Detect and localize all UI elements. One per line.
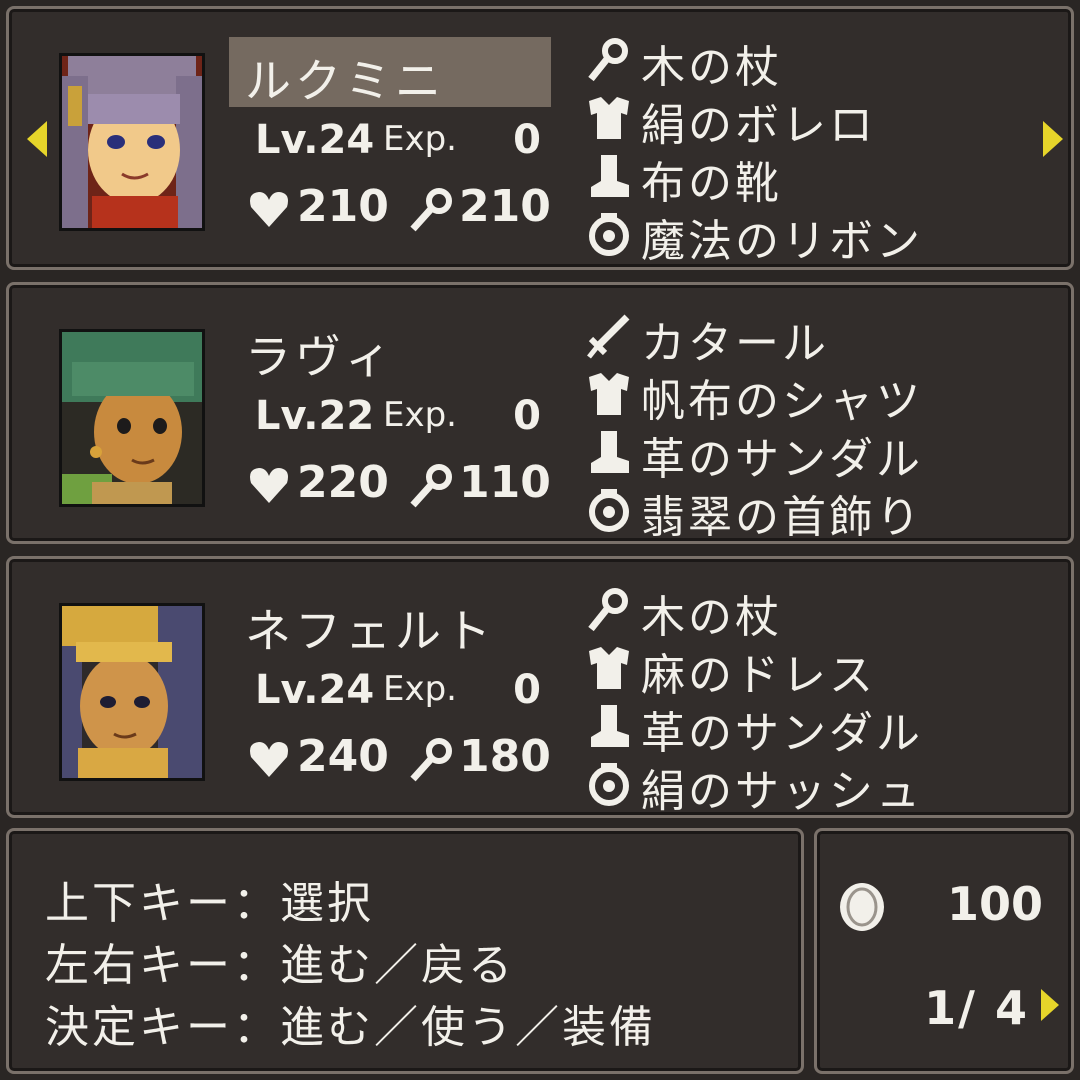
accessory-icon <box>589 763 629 806</box>
controls-help-panel: 上下キー：選択 左右キー：進む／戻る 決定キー：進む／使う／装備 <box>6 828 804 1074</box>
character-name: ラヴィ <box>245 330 395 384</box>
equipment-label: 木の杖 <box>641 42 782 93</box>
sword-icon <box>587 314 630 359</box>
hp-mp-row: 240 180 <box>247 729 557 789</box>
equipment-list: カタール 帆布のシャツ 革のサンダル 翡翠の首飾り <box>587 307 1027 543</box>
mp-value: 110 <box>459 457 551 508</box>
portrait-ravi <box>59 329 205 507</box>
heart-icon <box>250 192 288 227</box>
character-name-box[interactable]: ルクミニ <box>229 37 551 108</box>
help-select: 上下キー：選択 <box>45 878 374 929</box>
portrait-nefert <box>59 603 205 781</box>
character-panel-ravi[interactable]: ラヴィ Lv.22 Exp. 0 220 110 カタール 帆布のシャツ 革のサ… <box>6 282 1074 544</box>
character-panel-rukmini[interactable]: ルクミニ Lv.24 Exp. 0 210 210 木の杖 絹のボレロ 布の靴 … <box>6 6 1074 270</box>
accessory-icon <box>589 489 629 532</box>
character-name-box[interactable]: ラヴィ <box>229 313 551 384</box>
heart-icon <box>250 742 288 777</box>
next-arrow-icon[interactable] <box>1043 121 1063 157</box>
hp-mp-row: 220 110 <box>247 455 557 515</box>
heart-icon <box>250 468 288 503</box>
level-row: Lv.24 Exp. 0 <box>255 117 555 173</box>
level-row: Lv.22 Exp. 0 <box>255 393 555 449</box>
equipment-label: 革のサンダル <box>641 434 923 485</box>
exp-value: 0 <box>513 117 541 163</box>
magic-staff-icon <box>410 464 452 508</box>
equipment-label: 革のサンダル <box>641 708 923 759</box>
mp-value: 210 <box>459 181 551 232</box>
accessory-icon <box>589 213 629 256</box>
next-page-arrow-icon[interactable] <box>1041 989 1059 1021</box>
hp-value: 240 <box>297 731 389 782</box>
exp-value: 0 <box>513 667 541 713</box>
equipment-slot-boots[interactable]: 革のサンダル <box>587 423 1027 485</box>
equipment-label: 魔法のリボン <box>641 216 923 267</box>
boot-icon <box>591 155 629 197</box>
equipment-slot-armor[interactable]: 帆布のシャツ <box>587 365 1027 427</box>
equipment-slot-accessory[interactable]: 翡翠の首飾り <box>587 481 1027 543</box>
help-confirm: 決定キー：進む／使う／装備 <box>45 1002 656 1053</box>
equipment-label: 絹のサッシュ <box>641 766 923 817</box>
help-navigate: 左右キー：進む／戻る <box>45 940 515 991</box>
hp-value: 220 <box>297 457 389 508</box>
equipment-slot-armor[interactable]: 絹のボレロ <box>587 89 1027 151</box>
boot-icon <box>591 705 629 747</box>
character-name: ルクミニ <box>245 54 445 108</box>
prev-arrow-icon[interactable] <box>27 121 47 157</box>
equipment-slot-accessory[interactable]: 魔法のリボン <box>587 205 1027 267</box>
equipment-slot-accessory[interactable]: 絹のサッシュ <box>587 755 1027 817</box>
portrait-rukmini <box>59 53 205 231</box>
equipment-label: 翡翠の首飾り <box>641 492 923 543</box>
equipment-label: 布の靴 <box>641 158 782 209</box>
gold-panel: 100 1/ 4 <box>814 828 1074 1074</box>
equipment-slot-weapon[interactable]: カタール <box>587 307 1027 369</box>
exp-label: Exp. <box>383 119 457 159</box>
equipment-slot-weapon[interactable]: 木の杖 <box>587 581 1027 643</box>
mp-value: 180 <box>459 731 551 782</box>
character-name-box[interactable]: ネフェルト <box>229 587 551 658</box>
exp-label: Exp. <box>383 395 457 435</box>
armor-icon <box>589 647 629 689</box>
character-name: ネフェルト <box>245 604 495 658</box>
magic-staff-icon <box>410 188 452 232</box>
coin-icon <box>840 883 884 931</box>
page-indicator: 1/ 4 <box>924 981 1029 1035</box>
equipment-slot-boots[interactable]: 革のサンダル <box>587 697 1027 759</box>
armor-icon <box>589 373 629 415</box>
level-value: Lv.24 <box>255 667 375 713</box>
level-value: Lv.24 <box>255 117 375 163</box>
equipment-label: 木の杖 <box>641 592 782 643</box>
equipment-label: 絹のボレロ <box>641 100 876 151</box>
hp-value: 210 <box>297 181 389 232</box>
hp-mp-row: 210 210 <box>247 179 557 239</box>
equipment-slot-weapon[interactable]: 木の杖 <box>587 31 1027 93</box>
magic-staff-icon <box>410 738 452 782</box>
armor-icon <box>589 97 629 139</box>
staff-icon <box>588 588 628 632</box>
equipment-list: 木の杖 麻のドレス 革のサンダル 絹のサッシュ <box>587 581 1027 817</box>
equipment-label: 麻のドレス <box>641 650 876 701</box>
equipment-list: 木の杖 絹のボレロ 布の靴 魔法のリボン <box>587 31 1027 267</box>
equipment-slot-boots[interactable]: 布の靴 <box>587 147 1027 209</box>
exp-label: Exp. <box>383 669 457 709</box>
equipment-label: 帆布のシャツ <box>641 376 923 427</box>
gold-amount: 100 <box>946 877 1043 931</box>
staff-icon <box>588 38 628 82</box>
character-panel-nefert[interactable]: ネフェルト Lv.24 Exp. 0 240 180 木の杖 麻のドレス 革のサ… <box>6 556 1074 818</box>
equipment-label: カタール <box>641 318 829 369</box>
boot-icon <box>591 431 629 473</box>
level-row: Lv.24 Exp. 0 <box>255 667 555 723</box>
level-value: Lv.22 <box>255 393 375 439</box>
equipment-slot-armor[interactable]: 麻のドレス <box>587 639 1027 701</box>
exp-value: 0 <box>513 393 541 439</box>
